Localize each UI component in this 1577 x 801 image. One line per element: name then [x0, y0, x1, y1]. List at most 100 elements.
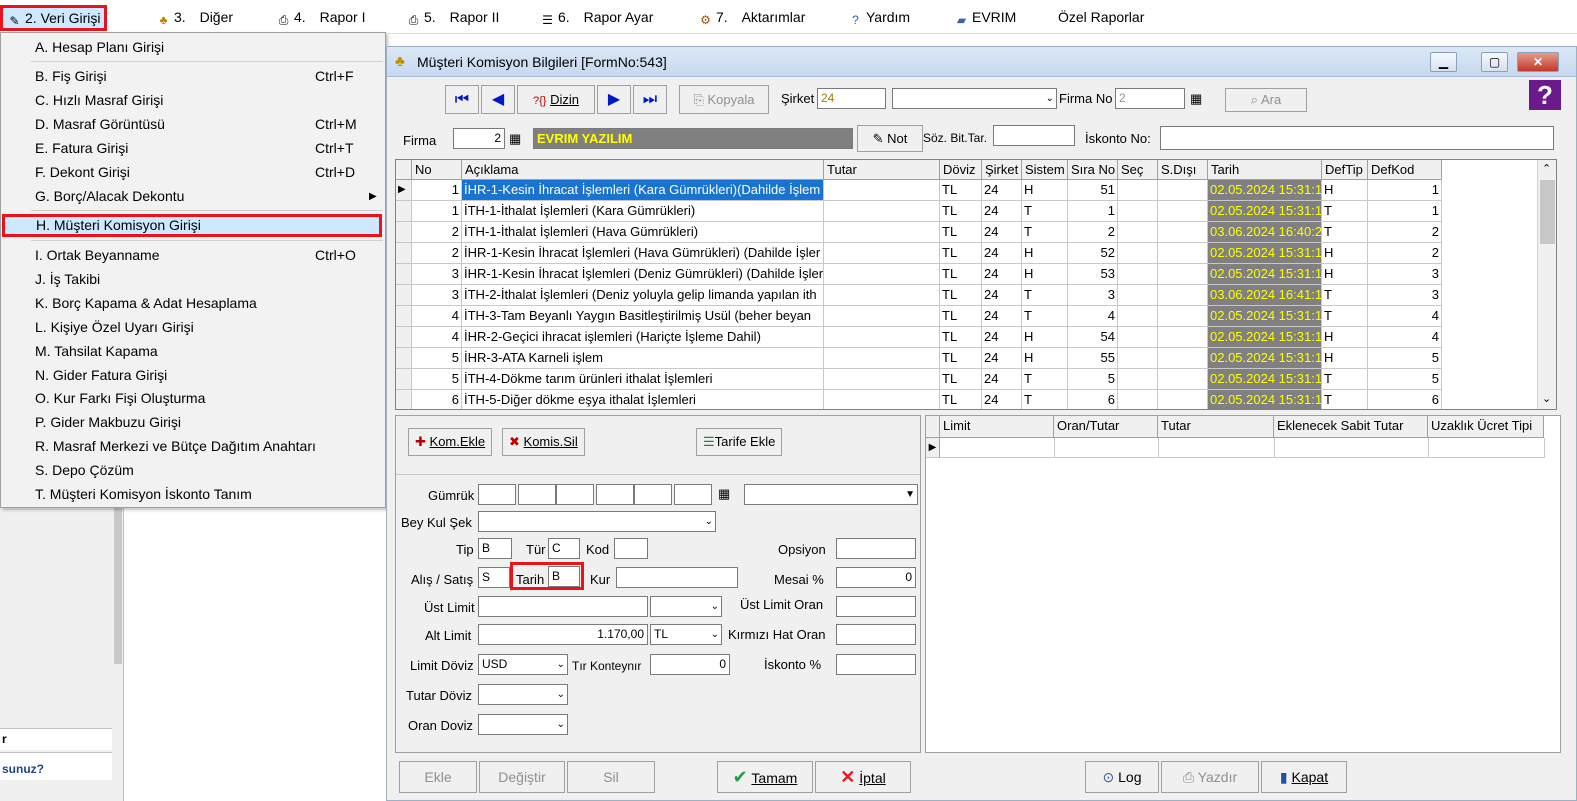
- not-button[interactable]: ✎ Not: [857, 125, 923, 152]
- table-cell[interactable]: 5: [1368, 369, 1442, 390]
- kur-input[interactable]: [616, 567, 738, 588]
- table-cell[interactable]: [1158, 369, 1208, 390]
- ust-limit-input[interactable]: [478, 596, 648, 617]
- degistir-button[interactable]: Değiştir: [479, 761, 565, 793]
- table-cell[interactable]: [1158, 348, 1208, 369]
- limit-header-limit[interactable]: Limit: [940, 416, 1054, 438]
- table-cell[interactable]: [1118, 222, 1158, 243]
- table-cell[interactable]: İHR-1-Kesin İhracat İşlemleri (Kara Gümr…: [462, 180, 824, 201]
- table-cell[interactable]: 24: [982, 243, 1022, 264]
- table-cell[interactable]: TL: [940, 348, 982, 369]
- limit-doviz-combo[interactable]: USD ⌄: [478, 654, 568, 675]
- table-cell[interactable]: 24: [982, 222, 1022, 243]
- menu-item-gider-fatura[interactable]: N. Gider Fatura Girişi: [1, 364, 385, 387]
- grid-header-doviz[interactable]: Döviz: [940, 160, 982, 180]
- ust-limit-currency-combo[interactable]: ⌄: [650, 596, 722, 617]
- gumruk-input-5[interactable]: [634, 484, 672, 505]
- tarife-ekle-button[interactable]: ☰Tarife Ekle: [696, 428, 783, 456]
- menu-item-fis-girisi[interactable]: B. Fiş Girişi Ctrl+F: [1, 65, 385, 88]
- bey-kul-sek-combo[interactable]: ⌄: [478, 511, 716, 532]
- table-cell[interactable]: TL: [940, 327, 982, 348]
- gumruk-input-2[interactable]: [518, 484, 556, 505]
- table-cell[interactable]: 54: [1068, 327, 1118, 348]
- table-cell[interactable]: [824, 180, 940, 201]
- table-row[interactable]: 2 İHR-1-Kesin İhracat İşlemleri (Hava Güm…: [396, 243, 1536, 264]
- ara-button[interactable]: ⌕ Ara: [1225, 88, 1307, 112]
- table-cell[interactable]: [824, 243, 940, 264]
- table-cell[interactable]: [1158, 222, 1208, 243]
- gumruk-combo[interactable]: ▼: [744, 484, 918, 505]
- gumruk-input-4[interactable]: [596, 484, 634, 505]
- table-cell[interactable]: TL: [940, 201, 982, 222]
- table-cell[interactable]: H: [1022, 348, 1068, 369]
- first-record-button[interactable]: ⏮: [445, 85, 479, 114]
- maximize-button[interactable]: ▢: [1481, 52, 1508, 72]
- table-cell[interactable]: H: [1022, 243, 1068, 264]
- table-row[interactable]: 3 İHR-1-Kesin İhracat İşlemleri (Deniz Gü…: [396, 264, 1536, 285]
- menu-aktarimlar[interactable]: ⚙ 7. Aktarımlar: [694, 6, 809, 28]
- alt-limit-input[interactable]: 1.170,00: [478, 624, 648, 645]
- table-cell[interactable]: İTH-1-İthalat İşlemleri (Kara Gümrükleri…: [462, 201, 824, 222]
- table-cell[interactable]: İTH-1-İthalat İşlemleri (Hava Gümrükleri…: [462, 222, 824, 243]
- table-row[interactable]: 3 İTH-2-İthalat İşlemleri (Deniz yoluyla …: [396, 285, 1536, 306]
- table-cell[interactable]: H: [1322, 327, 1368, 348]
- soz-bit-tar-input[interactable]: [993, 125, 1075, 146]
- menu-item-hizli-masraf[interactable]: C. Hızlı Masraf Girişi: [1, 89, 385, 112]
- table-cell[interactable]: 24: [982, 327, 1022, 348]
- limit-empty-row[interactable]: [940, 438, 1545, 458]
- table-cell[interactable]: 3: [412, 264, 462, 285]
- table-cell[interactable]: 5: [412, 348, 462, 369]
- table-cell[interactable]: 24: [982, 201, 1022, 222]
- table-cell[interactable]: H: [1022, 327, 1068, 348]
- kopyala-button[interactable]: ⎘ Kopyala: [679, 85, 769, 114]
- calculator-icon[interactable]: ▦: [718, 486, 730, 502]
- table-cell[interactable]: [1158, 201, 1208, 222]
- sirket-combo[interactable]: ⌄: [892, 88, 1057, 109]
- menu-item-kisiye-ozel[interactable]: L. Kişiye Özel Uyarı Girişi: [1, 316, 385, 339]
- table-cell[interactable]: TL: [940, 180, 982, 201]
- tip-input[interactable]: B: [478, 538, 512, 559]
- table-cell[interactable]: 24: [982, 306, 1022, 327]
- table-cell[interactable]: 5: [412, 369, 462, 390]
- table-cell[interactable]: [1118, 348, 1158, 369]
- grid-header-aciklama[interactable]: Açıklama: [462, 160, 824, 180]
- menu-item-dekont-girisi[interactable]: F. Dekont Girişi Ctrl+D: [1, 161, 385, 184]
- table-cell[interactable]: T: [1022, 369, 1068, 390]
- table-cell[interactable]: TL: [940, 390, 982, 409]
- table-cell[interactable]: 02.05.2024 15:31:18: [1208, 369, 1322, 390]
- table-cell[interactable]: T: [1022, 306, 1068, 327]
- table-cell[interactable]: 24: [982, 285, 1022, 306]
- table-cell[interactable]: 2: [412, 243, 462, 264]
- grid-header-defkod[interactable]: DefKod: [1368, 160, 1442, 180]
- oran-doviz-combo[interactable]: ⌄: [478, 714, 568, 735]
- menu-item-fatura-girisi[interactable]: E. Fatura Girişi Ctrl+T: [1, 137, 385, 160]
- table-row[interactable]: 6 İTH-5-Diğer dökme eşya ithalat İşlemler…: [396, 390, 1536, 409]
- table-cell[interactable]: TL: [940, 243, 982, 264]
- close-button[interactable]: ✕: [1517, 52, 1559, 72]
- mesai-input[interactable]: 0: [836, 567, 916, 588]
- background-scrollbar[interactable]: [114, 504, 122, 664]
- table-cell[interactable]: [1158, 180, 1208, 201]
- table-cell[interactable]: 1: [1368, 180, 1442, 201]
- table-cell[interactable]: 4: [412, 306, 462, 327]
- menu-rapor-ayar[interactable]: ☰ 6. Rapor Ayar: [536, 6, 657, 28]
- table-cell[interactable]: 02.05.2024 15:31:17: [1208, 264, 1322, 285]
- table-row[interactable]: 2 İTH-1-İthalat İşlemleri (Hava Gümrükler…: [396, 222, 1536, 243]
- menu-veri-girisi[interactable]: ✎ 2. Veri Girişi: [0, 5, 108, 31]
- opsiyon-input[interactable]: [836, 538, 916, 559]
- table-cell[interactable]: 24: [982, 264, 1022, 285]
- table-cell[interactable]: [824, 264, 940, 285]
- table-cell[interactable]: İHR-1-Kesin İhracat İşlemleri (Hava Gümr…: [462, 243, 824, 264]
- table-cell[interactable]: 2: [1068, 222, 1118, 243]
- table-cell[interactable]: [1118, 264, 1158, 285]
- table-cell[interactable]: 1: [412, 201, 462, 222]
- table-cell[interactable]: [824, 285, 940, 306]
- table-cell[interactable]: İTH-5-Diğer dökme eşya ithalat İşlemleri: [462, 390, 824, 409]
- table-cell[interactable]: İTH-2-İthalat İşlemleri (Deniz yoluyla g…: [462, 285, 824, 306]
- table-cell[interactable]: H: [1322, 264, 1368, 285]
- table-cell[interactable]: 02.05.2024 15:31:18: [1208, 390, 1322, 409]
- table-cell[interactable]: [1158, 285, 1208, 306]
- limit-header-oran-tutar[interactable]: Oran/Tutar: [1054, 416, 1158, 438]
- calculator-icon[interactable]: ▦: [509, 131, 521, 147]
- limit-header-tutar[interactable]: Tutar: [1158, 416, 1274, 438]
